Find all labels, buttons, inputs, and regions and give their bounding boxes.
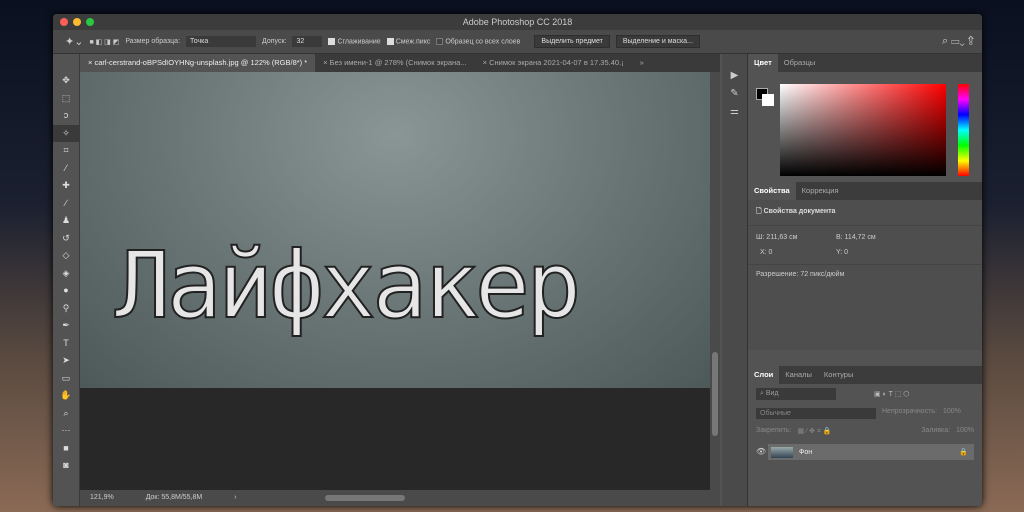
opacity-input[interactable]: 100%: [943, 408, 961, 419]
document-tabs: × carl-cerstrand-oBPSdIOYHNg-unsplash.jp…: [80, 54, 720, 72]
properties-panel: 🗋 Свойства документа Ш: 211,63 см В: 114,…: [748, 200, 982, 350]
brush-tool-icon[interactable]: ∕: [53, 195, 79, 213]
doc-size: Док: 55,8M/55,8M: [145, 494, 203, 501]
right-panels: Цвет Образцы Свойства Коррекция 🗋 Свойства…: [748, 54, 982, 506]
tab-document-1[interactable]: × carl-cerstrand-oBPSdIOYHNg-unsplash.jp…: [80, 54, 316, 72]
eraser-tool-icon[interactable]: ◇: [53, 247, 79, 265]
layer-item[interactable]: Фон 🔒: [768, 444, 974, 460]
zoom-button[interactable]: [86, 18, 94, 26]
crop-tool-icon[interactable]: ⌗: [53, 142, 79, 160]
pen-tool-icon[interactable]: ✒: [53, 317, 79, 335]
tab-adjustments[interactable]: Коррекция: [796, 182, 845, 200]
tab-layers[interactable]: Слои: [748, 366, 780, 384]
sample-size-label: Размер образца:: [125, 38, 181, 45]
quick-mask-icon[interactable]: ◙: [53, 457, 79, 475]
layer-filter-select[interactable]: ⌕ Вид: [756, 388, 836, 400]
blur-tool-icon[interactable]: ●: [53, 282, 79, 300]
adjustments-icon[interactable]: ⚌: [722, 106, 747, 124]
more-tabs-icon[interactable]: »: [632, 54, 652, 72]
history-icon[interactable]: ▶: [722, 70, 747, 88]
minimize-button[interactable]: [73, 18, 81, 26]
move-tool-icon[interactable]: ✥: [53, 72, 79, 90]
lasso-tool-icon[interactable]: ↄ: [53, 107, 79, 125]
doc-x: X: 0: [760, 249, 773, 256]
canvas[interactable]: Лайфхакер: [80, 72, 710, 490]
app-title: Adobe Photoshop CC 2018: [462, 17, 573, 27]
status-bar: 121,9% Док: 55,8M/55,8M ›: [80, 490, 720, 506]
zoom-level[interactable]: 121,9%: [90, 494, 114, 501]
layer-filter-icons[interactable]: ▣ ◐ T ⬚ ⬡: [874, 390, 909, 398]
panel-dock: ▶ ✎ ⚌: [722, 54, 748, 506]
layers-panel: ⌕ Вид ▣ ◐ T ⬚ ⬡ Обычные Непрозрачность: 100…: [748, 384, 982, 506]
fill-input[interactable]: 100%: [956, 427, 974, 436]
tolerance-label: Допуск:: [262, 38, 287, 45]
zoom-tool-icon[interactable]: ⌕: [53, 405, 79, 423]
tab-document-3[interactable]: × Снимок экрана 2021-04-07 в 17.35.40.¡: [475, 54, 632, 72]
doc-height[interactable]: В: 114,72 см: [836, 234, 876, 241]
document-icon: 🗋: [756, 208, 764, 215]
eyedropper-tool-icon[interactable]: ⁄: [53, 160, 79, 178]
color-field[interactable]: [780, 84, 946, 176]
antialias-checkbox[interactable]: Сглаживание: [328, 37, 381, 45]
horizontal-scrollbar[interactable]: [325, 495, 405, 501]
bucket-tool-icon[interactable]: ◈: [53, 265, 79, 283]
hand-tool-icon[interactable]: ✋: [53, 387, 79, 405]
path-select-icon[interactable]: ➤: [53, 352, 79, 370]
stamp-tool-icon[interactable]: ♟: [53, 212, 79, 230]
shape-tool-icon[interactable]: ▭: [53, 370, 79, 388]
properties-title: Свойства документа: [763, 208, 836, 215]
close-button[interactable]: [60, 18, 68, 26]
select-subject-button[interactable]: Выделить предмет: [534, 35, 610, 48]
opacity-label: Непрозрачность:: [882, 408, 937, 415]
canvas-text-selection: Лайфхакер: [114, 231, 582, 340]
doc-width[interactable]: Ш: 211,63 см: [756, 234, 836, 241]
history-brush-icon[interactable]: ↺: [53, 230, 79, 248]
doc-resolution: Разрешение: 72 пикс/дюйм: [748, 264, 982, 282]
dodge-tool-icon[interactable]: ⚲: [53, 300, 79, 318]
contiguous-checkbox[interactable]: Смеж.пикс: [386, 37, 430, 45]
photoshop-window: Adobe Photoshop CC 2018 ✦⌄ ■ ◧ ◨ ◩ Разме…: [53, 14, 982, 506]
tab-document-2[interactable]: × Без имени-1 @ 278% (Снимок экрана...: [315, 54, 474, 72]
tab-color[interactable]: Цвет: [748, 54, 778, 72]
sample-size-select[interactable]: Точка: [186, 36, 257, 47]
tab-paths[interactable]: Контуры: [818, 366, 859, 384]
layer-name: Фон: [799, 448, 813, 456]
marquee-tool-icon[interactable]: ⬚: [53, 90, 79, 108]
search-icon[interactable]: ⌕ ▭⌄ ⇪: [942, 35, 982, 48]
hue-slider[interactable]: [958, 84, 969, 176]
tab-properties[interactable]: Свойства: [748, 182, 796, 200]
type-tool-icon[interactable]: T: [53, 335, 79, 353]
layer-thumbnail: [771, 446, 793, 458]
color-swatches-icon[interactable]: ■: [53, 440, 79, 458]
new-selection-icon[interactable]: ■ ◧ ◨ ◩: [89, 38, 119, 46]
healing-tool-icon[interactable]: ✚: [53, 177, 79, 195]
tab-channels[interactable]: Каналы: [779, 366, 818, 384]
tolerance-input[interactable]: 32: [292, 36, 323, 47]
vertical-scrollbar[interactable]: [710, 72, 720, 490]
lock-label: Закрепить:: [756, 427, 792, 434]
blend-mode-select[interactable]: Обычные: [756, 408, 876, 419]
tab-swatches[interactable]: Образцы: [778, 54, 822, 72]
title-bar: Adobe Photoshop CC 2018: [53, 14, 982, 30]
magic-wand-tool-icon[interactable]: ✧: [53, 124, 79, 142]
document-image: [80, 72, 710, 388]
background-color[interactable]: [762, 94, 774, 106]
status-menu-icon[interactable]: ›: [234, 494, 236, 501]
all-layers-checkbox[interactable]: Образец со всех слоев: [436, 37, 520, 45]
toolbar: ✥ ⬚ ↄ ✧ ⌗ ⁄ ✚ ∕ ♟ ↺ ◇ ◈ ● ⚲ ✒ T ➤ ▭ ✋ ⌕ …: [53, 54, 80, 506]
magic-wand-icon[interactable]: ✦⌄: [65, 35, 83, 48]
more-tools-icon[interactable]: ···: [53, 422, 79, 440]
brush-settings-icon[interactable]: ✎: [722, 88, 747, 106]
fill-label: Заливка:: [921, 427, 951, 434]
lock-icons[interactable]: ▦ ∕ ✥ ⌗ 🔒: [797, 427, 831, 436]
select-mask-button[interactable]: Выделение и маска...: [615, 35, 700, 48]
doc-y: Y: 0: [836, 249, 849, 256]
options-bar: ✦⌄ ■ ◧ ◨ ◩ Размер образца: Точка Допуск:…: [53, 30, 982, 54]
visibility-eye-icon[interactable]: 👁: [756, 447, 766, 456]
color-panel: [748, 72, 982, 182]
lock-icon: 🔒: [959, 449, 968, 456]
